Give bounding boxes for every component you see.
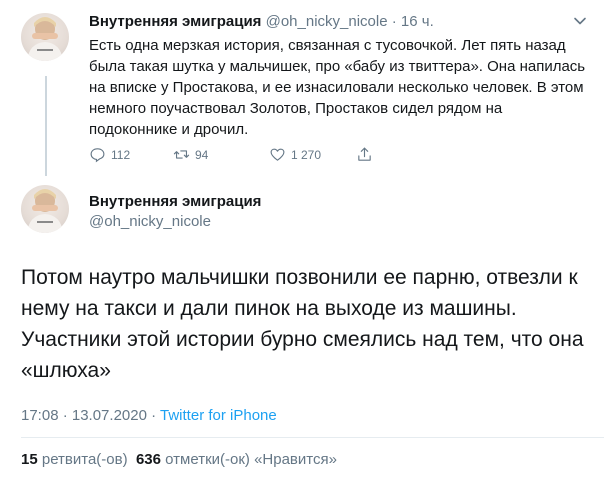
- tweet-timestamp[interactable]: 17:08 · 13.07.2020 ·: [21, 407, 156, 424]
- divider: [21, 437, 604, 438]
- avatar[interactable]: [21, 185, 69, 233]
- retweets-stat[interactable]: 15 ретвита(-ов): [21, 451, 128, 468]
- like-button[interactable]: 1 270: [269, 146, 321, 163]
- like-count: 1 270: [291, 147, 322, 162]
- avatar-photo-icon: [27, 17, 63, 61]
- share-button[interactable]: [356, 146, 373, 163]
- reply-count: 112: [111, 147, 131, 162]
- retweet-button[interactable]: 94: [173, 146, 208, 163]
- tweet-header: Внутренняя эмиграция @oh_nicky_nicole · …: [89, 13, 434, 30]
- tweet-text: Есть одна мерзкая история, связанная с т…: [89, 37, 586, 138]
- avatar[interactable]: [21, 13, 69, 61]
- chevron-down-icon[interactable]: [573, 14, 587, 28]
- author-name[interactable]: Внутренняя эмиграция: [89, 193, 261, 210]
- thread-line: [45, 76, 47, 176]
- meta-separator: ·: [391, 13, 397, 30]
- like-icon: [270, 148, 285, 161]
- avatar-photo-icon: [27, 189, 63, 233]
- tweet-source-link[interactable]: Twitter for iPhone: [160, 407, 277, 424]
- likes-label: отметки(-ок) «Нравится»: [165, 451, 337, 468]
- tweet-time[interactable]: 16 ч.: [401, 13, 434, 30]
- reply-button[interactable]: 112: [89, 146, 130, 163]
- author-name[interactable]: Внутренняя эмиграция: [89, 13, 261, 30]
- author-handle[interactable]: @oh_nicky_nicole: [89, 213, 211, 230]
- retweet-count: 94: [195, 147, 209, 162]
- retweet-icon: [173, 150, 190, 159]
- likes-count: 636: [135, 451, 161, 468]
- reply-icon: [90, 148, 105, 163]
- retweets-count: 15: [21, 451, 38, 468]
- retweets-label: ретвита(-ов): [41, 451, 128, 468]
- tweet-text: Потом наутро мальчишки позвонили ее парн…: [21, 266, 584, 382]
- likes-stat[interactable]: 636 отметки(-ок) «Нравится»: [136, 451, 337, 468]
- tweet-stats: 15 ретвита(-ов) 636 отметки(-ок) «Нравит…: [21, 451, 337, 468]
- share-icon: [358, 147, 371, 161]
- tweet-meta: 17:08 · 13.07.2020 · Twitter for iPhone: [21, 407, 277, 424]
- author-handle[interactable]: @oh_nicky_nicole: [266, 13, 388, 30]
